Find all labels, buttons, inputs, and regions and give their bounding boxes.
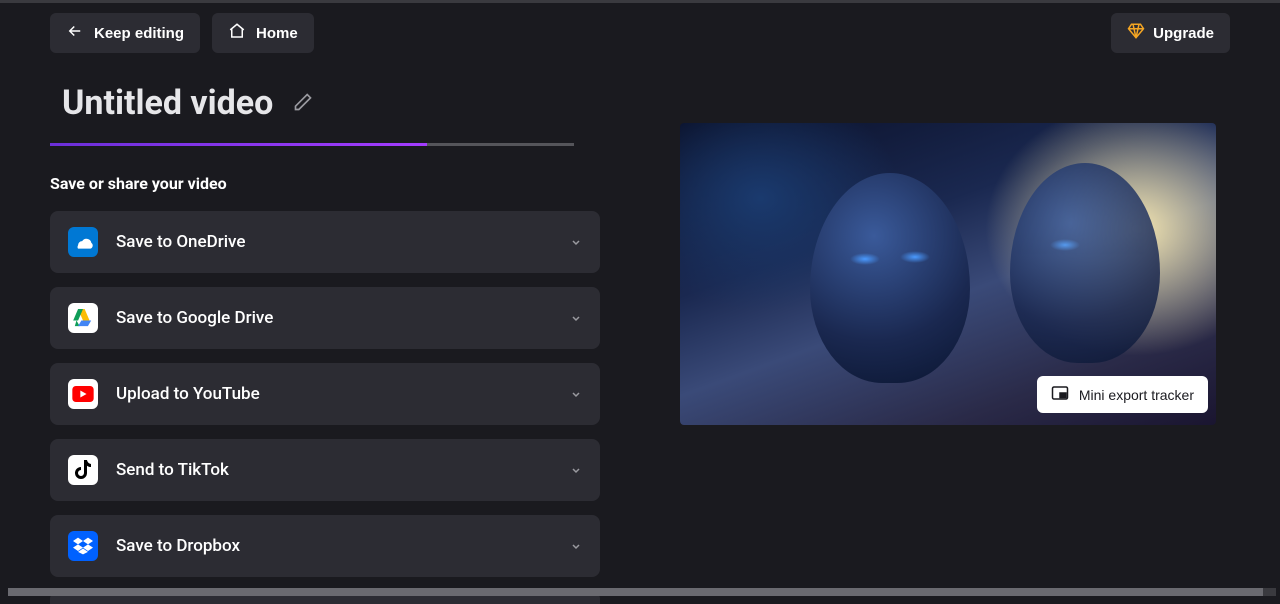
title-row: Untitled video bbox=[50, 83, 620, 123]
option-label: Send to TikTok bbox=[116, 460, 570, 480]
section-title: Save or share your video bbox=[50, 174, 620, 193]
tiktok-icon bbox=[68, 455, 98, 485]
keep-editing-button[interactable]: Keep editing bbox=[50, 13, 200, 53]
option-label: Save to Dropbox bbox=[116, 536, 570, 556]
option-label: Save to Google Drive bbox=[116, 308, 570, 328]
right-panel: Mini export tracker bbox=[680, 63, 1216, 596]
option-label: Upload to YouTube bbox=[116, 384, 570, 404]
option-onedrive[interactable]: Save to OneDrive bbox=[50, 211, 600, 273]
option-tiktok[interactable]: Send to TikTok bbox=[50, 439, 600, 501]
home-icon bbox=[228, 22, 246, 44]
share-option-list: Save to OneDrive Save to Google Drive Up… bbox=[50, 211, 600, 604]
pip-icon bbox=[1051, 384, 1069, 405]
option-label: Save to OneDrive bbox=[116, 232, 570, 252]
chevron-down-icon bbox=[570, 385, 582, 404]
option-gdrive[interactable]: Save to Google Drive bbox=[50, 287, 600, 349]
mini-export-tracker-button[interactable]: Mini export tracker bbox=[1037, 376, 1208, 413]
youtube-icon bbox=[68, 379, 98, 409]
chevron-down-icon bbox=[570, 461, 582, 480]
chevron-down-icon bbox=[570, 309, 582, 328]
upgrade-button[interactable]: Upgrade bbox=[1111, 13, 1230, 53]
diamond-icon bbox=[1127, 22, 1145, 44]
onedrive-icon bbox=[68, 227, 98, 257]
progress-fill bbox=[50, 143, 427, 146]
main: Untitled video Save or share your video … bbox=[0, 63, 1280, 596]
progress-bar bbox=[50, 143, 574, 146]
topbar: Keep editing Home Upgrade bbox=[0, 3, 1280, 63]
chevron-down-icon bbox=[570, 233, 582, 252]
preview-art bbox=[810, 173, 970, 383]
gdrive-icon bbox=[68, 303, 98, 333]
upgrade-label: Upgrade bbox=[1153, 25, 1214, 42]
home-label: Home bbox=[256, 25, 298, 42]
option-dropbox[interactable]: Save to Dropbox bbox=[50, 515, 600, 577]
dropbox-icon bbox=[68, 531, 98, 561]
video-preview: Mini export tracker bbox=[680, 123, 1216, 425]
preview-art bbox=[1010, 163, 1160, 363]
tracker-label: Mini export tracker bbox=[1079, 387, 1194, 403]
arrow-left-icon bbox=[66, 22, 84, 44]
horizontal-scrollbar-thumb[interactable] bbox=[8, 588, 1263, 596]
edit-title-button[interactable] bbox=[293, 92, 313, 115]
keep-editing-label: Keep editing bbox=[94, 25, 184, 42]
topbar-left: Keep editing Home bbox=[50, 13, 314, 53]
pencil-icon bbox=[293, 100, 313, 115]
left-panel: Untitled video Save or share your video … bbox=[50, 63, 620, 596]
chevron-down-icon bbox=[570, 537, 582, 556]
horizontal-scrollbar[interactable] bbox=[8, 588, 1276, 596]
option-youtube[interactable]: Upload to YouTube bbox=[50, 363, 600, 425]
home-button[interactable]: Home bbox=[212, 13, 314, 53]
video-title: Untitled video bbox=[62, 83, 273, 123]
share-scroll-area: Save or share your video Save to OneDriv… bbox=[50, 174, 620, 604]
